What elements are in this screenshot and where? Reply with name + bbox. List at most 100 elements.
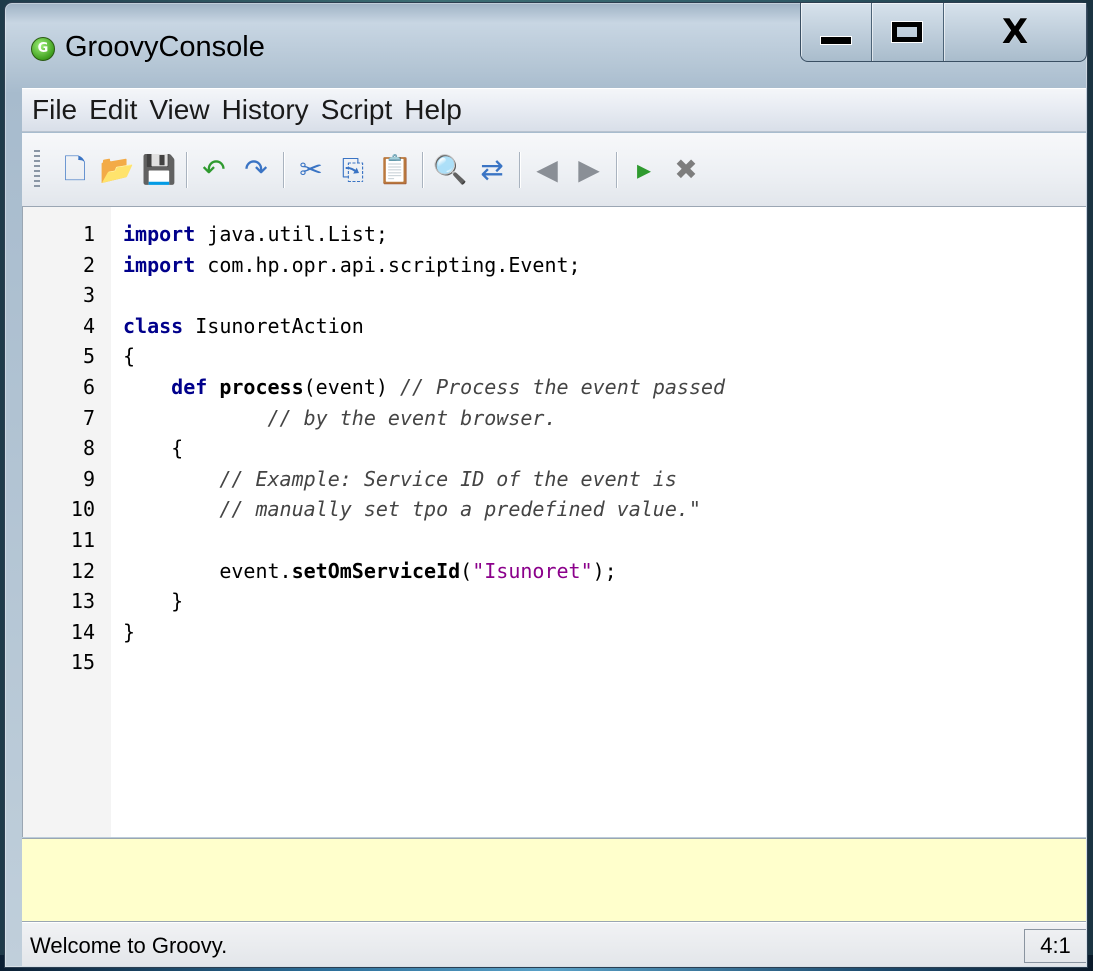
title-bar[interactable]: G GroovyConsole X (5, 3, 1087, 87)
code-line[interactable]: 12 event.setOmServiceId("Isunoret"); (23, 556, 1086, 586)
code-text: // by the event browser. (123, 403, 557, 433)
execute-script-button[interactable]: ▸ (628, 154, 660, 186)
code-line[interactable]: 11 (23, 525, 1086, 555)
copy-button[interactable]: ⎘ (337, 154, 369, 186)
code-text: { (123, 433, 183, 463)
code-line[interactable]: 8 { (23, 433, 1086, 463)
menu-file[interactable]: File (32, 94, 77, 126)
close-button[interactable]: X (943, 3, 1086, 61)
history-next-button[interactable]: ▶ (573, 154, 605, 186)
execute-script-icon: ▸ (636, 152, 652, 186)
history-next-icon: ▶ (578, 152, 600, 186)
minimize-button[interactable] (801, 3, 871, 61)
line-number: 5 (82, 344, 95, 369)
keyword-token: def (171, 375, 208, 399)
toolbar: 🗋 📂 💾 ↶ ↷ ✂ ⎘ 📋 🔍 ⇄ ◀ ▶ ▸ ✖ (22, 133, 1086, 207)
line-number: 8 (82, 436, 95, 461)
output-pane[interactable] (22, 838, 1086, 922)
copy-icon: ⎘ (341, 152, 365, 186)
new-file-button[interactable]: 🗋 (59, 154, 91, 186)
script-editor[interactable]: 1 import java.util.List; 2 import com.hp.op… (22, 207, 1086, 837)
code-line[interactable]: 15 (23, 647, 1086, 677)
line-number: 11 (70, 528, 95, 552)
minimize-icon (819, 35, 852, 45)
open-file-button[interactable]: 📂 (99, 152, 135, 186)
keyword-token: class (123, 313, 184, 338)
code-text: class IsunoretAction (123, 311, 364, 341)
save-button[interactable]: 💾 (141, 152, 177, 186)
redo-icon: ↷ (244, 152, 268, 186)
replace-icon: ⇄ (480, 152, 504, 186)
code-line[interactable]: 5{ (23, 341, 1086, 371)
menu-edit[interactable]: Edit (89, 94, 137, 126)
code-line[interactable]: 14} (23, 617, 1086, 647)
close-icon: X (1001, 12, 1029, 52)
code-line[interactable]: 4 class IsunoretAction (23, 311, 1086, 341)
code-token: (event) (303, 375, 400, 399)
cut-button[interactable]: ✂ (295, 154, 327, 186)
menu-script[interactable]: Script (321, 94, 393, 126)
code-text: def process(event) // Process the event … (123, 372, 725, 402)
line-number: 7 (82, 405, 95, 430)
code-text: // Example: Service ID of the event is (123, 464, 677, 494)
code-text: } (123, 617, 135, 647)
line-number: 15 (70, 650, 95, 675)
comment-token: // Process the event passed (399, 375, 726, 399)
find-icon: 🔍 (432, 152, 468, 186)
maximize-icon (891, 21, 924, 43)
code-token: } (123, 589, 184, 614)
menu-bar: File Edit View History Script Help (22, 88, 1086, 132)
method-token: setOmServiceId (291, 558, 461, 583)
code-line[interactable]: 7 // by the event browser. (23, 403, 1086, 433)
code-text: } (123, 586, 183, 616)
line-number: 2 (82, 252, 95, 277)
cut-icon: ✂ (299, 152, 323, 186)
code-token: } (123, 619, 136, 644)
menu-help[interactable]: Help (404, 94, 462, 126)
keyword-token: import (123, 252, 196, 277)
find-button[interactable]: 🔍 (432, 152, 468, 186)
paste-button[interactable]: 📋 (377, 152, 413, 186)
line-number: 6 (82, 375, 95, 399)
code-token: IsunoretAction (183, 313, 364, 338)
comment-token: // Example: Service ID of the event is (219, 466, 677, 491)
code-line[interactable]: 3 (23, 280, 1086, 310)
line-number: 3 (82, 283, 95, 308)
toolbar-separator (283, 151, 284, 188)
line-number: 12 (70, 558, 95, 583)
code-line[interactable]: 9 // Example: Service ID of the event is (23, 464, 1086, 494)
code-text: // manually set tpo a predefined value." (123, 494, 701, 524)
method-token: process (219, 375, 304, 399)
code-line[interactable]: 6 def process(event) // Process the even… (23, 372, 1086, 402)
open-file-icon: 📂 (99, 152, 135, 186)
menu-view[interactable]: View (149, 94, 209, 126)
redo-button[interactable]: ↷ (240, 154, 272, 186)
interrupt-button[interactable]: ✖ (670, 154, 702, 186)
code-line[interactable]: 1 import java.util.List; (23, 219, 1086, 249)
save-icon: 💾 (141, 152, 177, 186)
undo-button[interactable]: ↶ (198, 154, 230, 186)
menu-history[interactable]: History (222, 94, 309, 126)
code-line[interactable]: 2 import com.hp.opr.api.scripting.Event; (23, 250, 1086, 280)
replace-button[interactable]: ⇄ (476, 154, 508, 186)
code-token: com.hp.opr.api.scripting.Event; (195, 252, 581, 277)
line-number: 10 (70, 497, 95, 522)
code-text: event.setOmServiceId("Isunoret"); (123, 556, 616, 586)
code-line[interactable]: 13 } (23, 586, 1086, 616)
toolbar-grip[interactable] (34, 149, 40, 190)
maximize-button[interactable] (870, 3, 944, 61)
line-number: 4 (82, 313, 95, 338)
code-line[interactable]: 10 // manually set tpo a predefined valu… (23, 494, 1086, 524)
paste-icon: 📋 (377, 152, 413, 186)
history-previous-icon: ◀ (536, 152, 558, 186)
status-bar: Welcome to Groovy. 4:1 (22, 922, 1086, 966)
line-number: 1 (82, 222, 95, 246)
groovy-app-icon: G (31, 37, 55, 61)
history-previous-button[interactable]: ◀ (531, 154, 563, 186)
line-number: 14 (70, 619, 95, 644)
interrupt-icon: ✖ (674, 152, 698, 186)
code-text: import com.hp.opr.api.scripting.Event; (123, 250, 581, 280)
